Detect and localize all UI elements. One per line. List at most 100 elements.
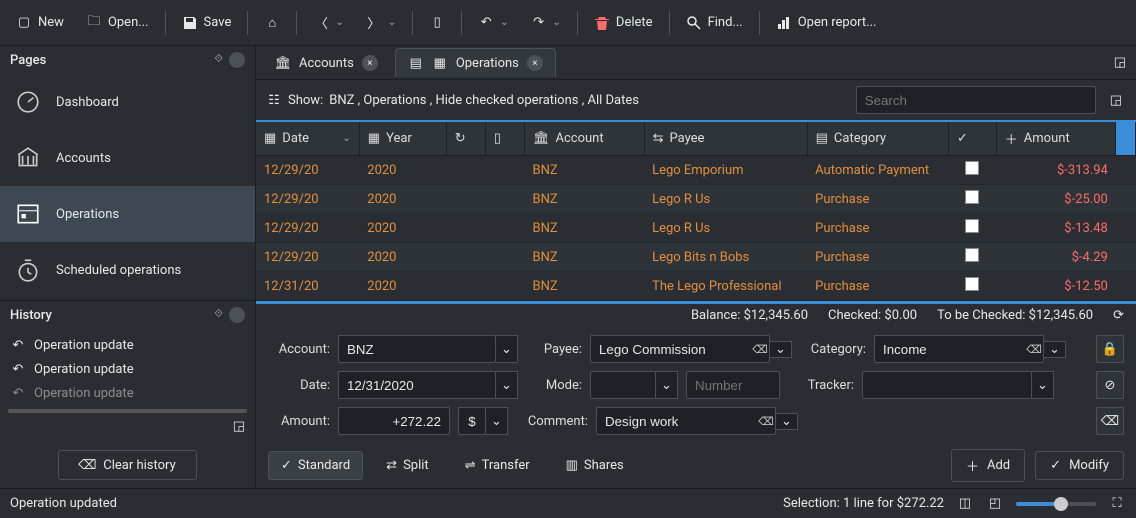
history-item[interactable]: ↶Operation update	[6, 333, 249, 357]
table-row[interactable]: 12/29/202020BNZLego R UsPurchase$-25.00	[256, 185, 1136, 214]
payee-field[interactable]	[590, 335, 770, 363]
find-button[interactable]: Find...	[676, 9, 753, 37]
save-button[interactable]: Save	[172, 9, 242, 37]
select-all-icon[interactable]: ◫	[956, 495, 974, 513]
back-button[interactable]: 〈⌄	[303, 9, 353, 37]
modify-button[interactable]: ✓Modify	[1035, 451, 1124, 480]
col-bookmark[interactable]: ▯	[485, 122, 524, 156]
cell-checked[interactable]	[948, 185, 996, 214]
cell-checked[interactable]	[948, 214, 996, 243]
tab-operations[interactable]: ▤ ▦ Operations ×	[395, 48, 556, 77]
lock-button[interactable]: 🔒	[1096, 335, 1124, 363]
col-year[interactable]: ▦Year	[359, 122, 446, 156]
cell-checked[interactable]	[948, 243, 996, 272]
open-button[interactable]: 🗀 Open...	[76, 9, 159, 37]
clear-history-button[interactable]: ⌫ Clear history	[58, 450, 196, 480]
cell-checked[interactable]	[948, 156, 996, 185]
search-input[interactable]	[856, 86, 1096, 114]
nav-operations[interactable]: Operations	[0, 186, 255, 242]
crop-icon[interactable]: ◰	[986, 495, 1004, 513]
category-field[interactable]	[874, 335, 1044, 363]
cell-recurring	[446, 243, 485, 272]
chevron-down-icon[interactable]: ⌄	[496, 371, 518, 399]
tabs-overflow-button[interactable]: ◲	[1110, 51, 1130, 74]
clear-icon[interactable]: ⌫	[1026, 341, 1042, 357]
col-checked[interactable]: ✓	[948, 122, 996, 156]
col-account[interactable]: 🏛Account	[524, 122, 644, 156]
cell-account: BNZ	[524, 185, 644, 214]
col-payee[interactable]: ⇆Payee	[644, 122, 807, 156]
currency-field[interactable]	[458, 407, 486, 435]
undo-icon: ↶	[10, 337, 26, 353]
chevron-down-icon[interactable]: ⌄	[496, 335, 518, 363]
mode-shares[interactable]: ▥Shares	[553, 451, 637, 480]
close-tab-icon[interactable]: ×	[527, 55, 543, 71]
history-item[interactable]: ↶Operation update	[6, 381, 249, 405]
cell-checked[interactable]	[948, 272, 996, 301]
nav-accounts[interactable]: Accounts	[0, 130, 255, 186]
new-button[interactable]: ▢ New	[6, 9, 74, 37]
amount-field[interactable]	[338, 407, 450, 435]
mode-standard[interactable]: ✓Standard	[268, 451, 363, 480]
clear-form-button[interactable]: ⌫	[1096, 407, 1124, 435]
checkbox-icon[interactable]	[965, 248, 979, 262]
mode-field[interactable]	[590, 371, 656, 399]
mode-split[interactable]: ⇄Split	[373, 451, 442, 480]
number-field[interactable]	[686, 371, 780, 399]
bookmark-button[interactable]: ▯	[419, 9, 455, 37]
fullscreen-icon[interactable]: ⛶	[1108, 495, 1126, 513]
checkbox-icon[interactable]	[965, 277, 979, 291]
redo-button[interactable]: ↷⌄	[521, 9, 571, 37]
table-row[interactable]: 12/29/202020BNZLego EmporiumAutomatic Pa…	[256, 156, 1136, 185]
history-item[interactable]: ↶Operation update	[6, 357, 249, 381]
filter-icon[interactable]: ☷	[266, 92, 282, 108]
checkbox-icon[interactable]	[965, 190, 979, 204]
zoom-thumb[interactable]	[1054, 497, 1068, 511]
chevron-down-icon[interactable]: ⌄	[656, 371, 678, 399]
chevron-down-icon[interactable]: ⌄	[770, 341, 792, 358]
date-field[interactable]	[338, 371, 496, 399]
col-amount[interactable]: ＋Amount	[996, 122, 1116, 156]
checkbox-icon[interactable]	[965, 219, 979, 233]
account-field[interactable]	[338, 335, 496, 363]
chevron-down-icon[interactable]: ⌄	[486, 407, 508, 435]
forward-button[interactable]: 〉⌄	[356, 9, 406, 37]
table-row[interactable]: 12/29/202020BNZLego R UsPurchase$-13.48	[256, 214, 1136, 243]
delete-button[interactable]: Delete	[584, 9, 663, 37]
col-recurring[interactable]: ↻	[446, 122, 485, 156]
clear-icon[interactable]: ⌫	[758, 413, 774, 429]
checkbox-icon[interactable]	[965, 161, 979, 175]
close-panel-icon[interactable]	[229, 52, 245, 68]
view-settings-button[interactable]: ◲	[1106, 89, 1126, 112]
save-icon: ▤	[408, 55, 424, 71]
dropdown-chevron-icon: ⌄	[553, 17, 561, 28]
col-category[interactable]: ▤Category	[807, 122, 948, 156]
date-label: Date:	[268, 378, 330, 393]
filter-show-text[interactable]: BNZ , Operations , Hide checked operatio…	[329, 93, 639, 108]
col-date[interactable]: ▦Date⌄	[256, 122, 359, 156]
home-button[interactable]: ⌂	[254, 9, 290, 37]
add-button[interactable]: ＋Add	[951, 449, 1025, 482]
close-panel-icon[interactable]	[229, 307, 245, 323]
chevron-down-icon[interactable]: ⌄	[1044, 341, 1066, 358]
table-row[interactable]: 12/31/202020BNZThe Lego ProfessionalPurc…	[256, 272, 1136, 301]
history-expand-icon[interactable]: ◲	[6, 417, 249, 436]
zoom-slider[interactable]	[1016, 502, 1096, 506]
undo-button[interactable]: ↶⌄	[468, 9, 518, 37]
chevron-down-icon[interactable]: ⌄	[776, 413, 798, 430]
open-report-button[interactable]: Open report...	[766, 9, 887, 37]
pin-icon[interactable]: ⟐	[214, 52, 223, 68]
pin-icon[interactable]: ⟐	[214, 307, 223, 323]
close-tab-icon[interactable]: ×	[362, 55, 378, 71]
chevron-down-icon[interactable]: ⌄	[1032, 371, 1054, 399]
tracker-field[interactable]	[862, 371, 1032, 399]
tab-accounts[interactable]: 🏛 Accounts ×	[262, 48, 391, 77]
nav-scheduled[interactable]: Scheduled operations	[0, 242, 255, 298]
table-row[interactable]: 12/29/202020BNZLego Bits n BobsPurchase$…	[256, 243, 1136, 272]
clear-icon[interactable]: ⌫	[752, 341, 768, 357]
validate-button[interactable]: ⊘	[1096, 371, 1124, 399]
comment-field[interactable]	[596, 407, 776, 435]
refresh-icon[interactable]: ⟳	[1113, 308, 1124, 323]
mode-transfer[interactable]: ⇌Transfer	[452, 451, 543, 480]
nav-dashboard[interactable]: Dashboard	[0, 74, 255, 130]
